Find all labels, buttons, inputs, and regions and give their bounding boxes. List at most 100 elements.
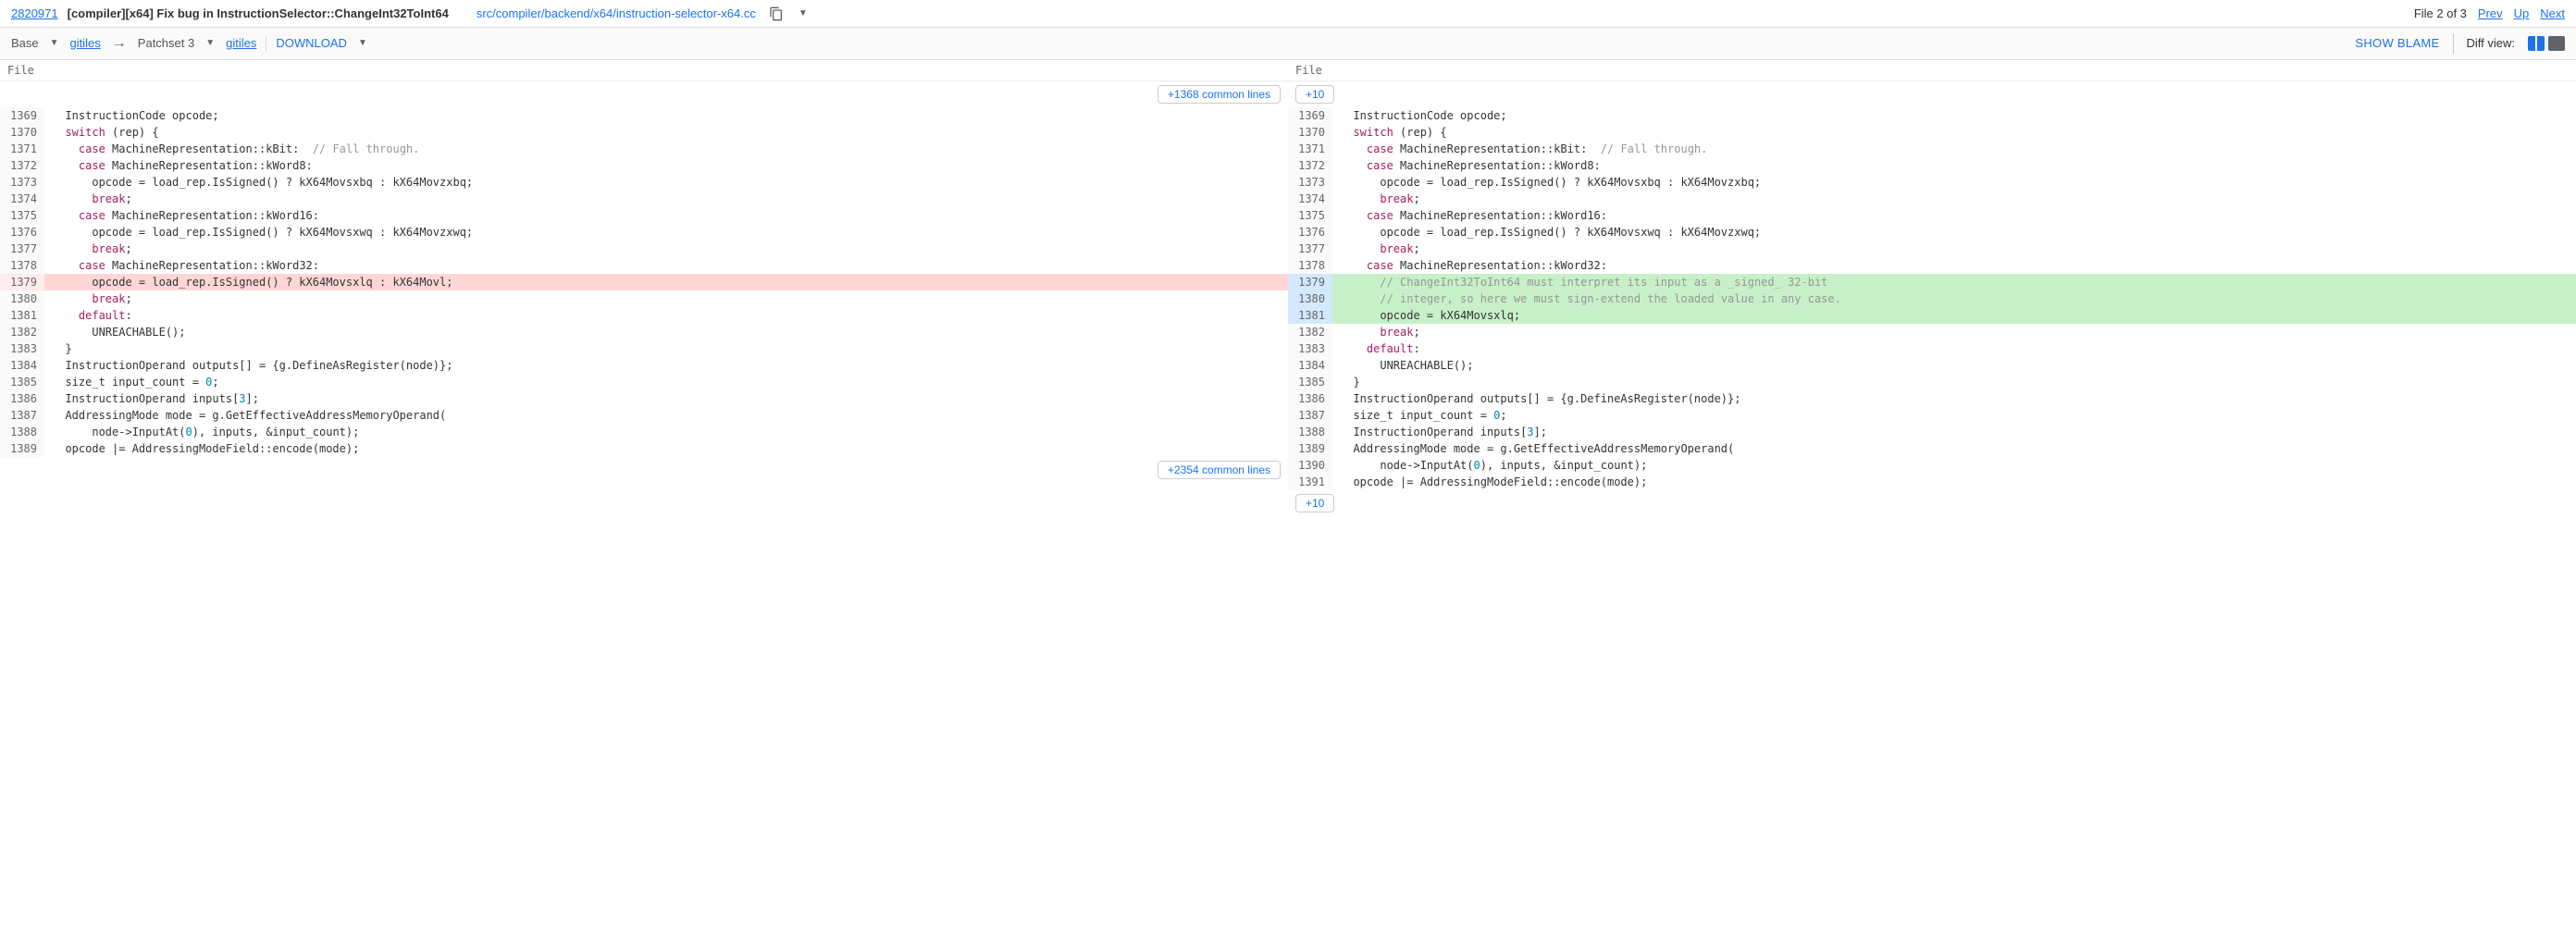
code-line[interactable]: 1376 opcode = load_rep.IsSigned() ? kX64…	[0, 224, 1288, 241]
line-number: 1389	[0, 440, 44, 457]
code-line[interactable]: 1373 opcode = load_rep.IsSigned() ? kX64…	[1288, 174, 2576, 191]
expand-common-lines-button[interactable]: +1368 common lines	[1158, 85, 1281, 104]
code-line[interactable]: 1382 break;	[1288, 324, 2576, 340]
code-line[interactable]: 1377 break;	[0, 241, 1288, 257]
left-code: 1369 InstructionCode opcode;1370 switch …	[0, 107, 1288, 457]
chevron-down-icon[interactable]: ▼	[48, 38, 61, 48]
code-line[interactable]: 1383 }	[0, 340, 1288, 357]
code-line[interactable]: 1380 // integer, so here we must sign-ex…	[1288, 290, 2576, 307]
code-content: // ChangeInt32ToInt64 must interpret its…	[1332, 274, 2576, 290]
download-button[interactable]: DOWNLOAD	[276, 36, 347, 50]
code-line[interactable]: 1381 default:	[0, 307, 1288, 324]
show-blame-button[interactable]: SHOW BLAME	[2355, 36, 2439, 50]
code-line[interactable]: 1376 opcode = load_rep.IsSigned() ? kX64…	[1288, 224, 2576, 241]
code-line[interactable]: 1374 break;	[0, 191, 1288, 207]
code-line[interactable]: 1375 case MachineRepresentation::kWord16…	[0, 207, 1288, 224]
line-number: 1379	[1288, 274, 1332, 290]
expand-plus10-button[interactable]: +10	[1295, 494, 1334, 512]
code-content: opcode = kX64Movsxlq;	[1332, 307, 2576, 324]
code-line[interactable]: 1374 break;	[1288, 191, 2576, 207]
code-line[interactable]: 1379 opcode = load_rep.IsSigned() ? kX64…	[0, 274, 1288, 290]
code-content: InstructionOperand inputs[3];	[1332, 424, 2576, 440]
side-by-side-icon[interactable]	[2528, 36, 2545, 51]
code-line[interactable]: 1389 AddressingMode mode = g.GetEffectiv…	[1288, 440, 2576, 457]
up-link[interactable]: Up	[2514, 6, 2530, 20]
expand-plus10-button[interactable]: +10	[1295, 85, 1334, 104]
code-line[interactable]: 1385 }	[1288, 374, 2576, 390]
gitiles-right-link[interactable]: gitiles	[226, 36, 256, 50]
line-number: 1373	[0, 174, 44, 191]
code-line[interactable]: 1389 opcode |= AddressingModeField::enco…	[0, 440, 1288, 457]
chevron-down-icon[interactable]: ▼	[204, 38, 217, 48]
line-number: 1378	[1288, 257, 1332, 274]
copy-icon[interactable]	[765, 6, 787, 21]
code-content: }	[44, 340, 1288, 357]
gitiles-left-link[interactable]: gitiles	[70, 36, 101, 50]
line-number: 1379	[0, 274, 44, 290]
code-line[interactable]: 1379 // ChangeInt32ToInt64 must interpre…	[1288, 274, 2576, 290]
code-line[interactable]: 1390 node->InputAt(0), inputs, &input_co…	[1288, 457, 2576, 474]
code-line[interactable]: 1373 opcode = load_rep.IsSigned() ? kX64…	[0, 174, 1288, 191]
code-line[interactable]: 1378 case MachineRepresentation::kWord32…	[1288, 257, 2576, 274]
code-content: node->InputAt(0), inputs, &input_count);	[44, 424, 1288, 440]
code-line[interactable]: 1372 case MachineRepresentation::kWord8:	[1288, 157, 2576, 174]
line-number: 1380	[1288, 290, 1332, 307]
chevron-down-icon[interactable]: ▼	[356, 38, 369, 48]
expand-bottom-right: +10	[1288, 490, 2576, 516]
code-line[interactable]: 1377 break;	[1288, 241, 2576, 257]
cl-title: [compiler][x64] Fix bug in InstructionSe…	[68, 6, 449, 20]
code-content: // integer, so here we must sign-extend …	[1332, 290, 2576, 307]
code-content: case MachineRepresentation::kWord16:	[44, 207, 1288, 224]
right-pane: File +10 1369 InstructionCode opcode;137…	[1288, 60, 2576, 516]
file-path[interactable]: src/compiler/backend/x64/instruction-sel…	[477, 6, 756, 20]
chevron-down-icon[interactable]: ▼	[797, 8, 810, 19]
unified-icon[interactable]	[2548, 36, 2565, 51]
line-number: 1383	[0, 340, 44, 357]
code-content: opcode = load_rep.IsSigned() ? kX64Movsx…	[44, 224, 1288, 241]
line-number: 1380	[0, 290, 44, 307]
code-line[interactable]: 1387 AddressingMode mode = g.GetEffectiv…	[0, 407, 1288, 424]
code-content: InstructionOperand outputs[] = {g.Define…	[44, 357, 1288, 374]
line-number: 1371	[1288, 141, 1332, 157]
code-line[interactable]: 1391 opcode |= AddressingModeField::enco…	[1288, 474, 2576, 490]
line-number: 1377	[0, 241, 44, 257]
code-line[interactable]: 1372 case MachineRepresentation::kWord8:	[0, 157, 1288, 174]
code-line[interactable]: 1383 default:	[1288, 340, 2576, 357]
code-content: break;	[1332, 241, 2576, 257]
line-number: 1377	[1288, 241, 1332, 257]
line-number: 1374	[1288, 191, 1332, 207]
cl-number-link[interactable]: 2820971	[11, 6, 58, 20]
code-line[interactable]: 1388 node->InputAt(0), inputs, &input_co…	[0, 424, 1288, 440]
code-line[interactable]: 1382 UNREACHABLE();	[0, 324, 1288, 340]
code-line[interactable]: 1371 case MachineRepresentation::kBit: /…	[1288, 141, 2576, 157]
code-line[interactable]: 1371 case MachineRepresentation::kBit: /…	[0, 141, 1288, 157]
diff-container: File +1368 common lines 1369 Instruction…	[0, 60, 2576, 516]
code-line[interactable]: 1388 InstructionOperand inputs[3];	[1288, 424, 2576, 440]
code-line[interactable]: 1378 case MachineRepresentation::kWord32…	[0, 257, 1288, 274]
code-line[interactable]: 1369 InstructionCode opcode;	[0, 107, 1288, 124]
code-line[interactable]: 1381 opcode = kX64Movsxlq;	[1288, 307, 2576, 324]
code-line[interactable]: 1387 size_t input_count = 0;	[1288, 407, 2576, 424]
line-number: 1387	[0, 407, 44, 424]
line-number: 1390	[1288, 457, 1332, 474]
code-content: size_t input_count = 0;	[1332, 407, 2576, 424]
code-line[interactable]: 1384 InstructionOperand outputs[] = {g.D…	[0, 357, 1288, 374]
line-number: 1387	[1288, 407, 1332, 424]
code-line[interactable]: 1386 InstructionOperand inputs[3];	[0, 390, 1288, 407]
code-content: switch (rep) {	[44, 124, 1288, 141]
code-line[interactable]: 1384 UNREACHABLE();	[1288, 357, 2576, 374]
expand-common-lines-button[interactable]: +2354 common lines	[1158, 461, 1281, 479]
code-content: size_t input_count = 0;	[44, 374, 1288, 390]
code-line[interactable]: 1370 switch (rep) {	[0, 124, 1288, 141]
code-line[interactable]: 1380 break;	[0, 290, 1288, 307]
line-number: 1385	[0, 374, 44, 390]
next-link[interactable]: Next	[2540, 6, 2565, 20]
code-line[interactable]: 1385 size_t input_count = 0;	[0, 374, 1288, 390]
code-line[interactable]: 1369 InstructionCode opcode;	[1288, 107, 2576, 124]
line-number: 1381	[0, 307, 44, 324]
code-line[interactable]: 1370 switch (rep) {	[1288, 124, 2576, 141]
prev-link[interactable]: Prev	[2478, 6, 2503, 20]
code-line[interactable]: 1386 InstructionOperand outputs[] = {g.D…	[1288, 390, 2576, 407]
code-content: case MachineRepresentation::kBit: // Fal…	[1332, 141, 2576, 157]
code-line[interactable]: 1375 case MachineRepresentation::kWord16…	[1288, 207, 2576, 224]
